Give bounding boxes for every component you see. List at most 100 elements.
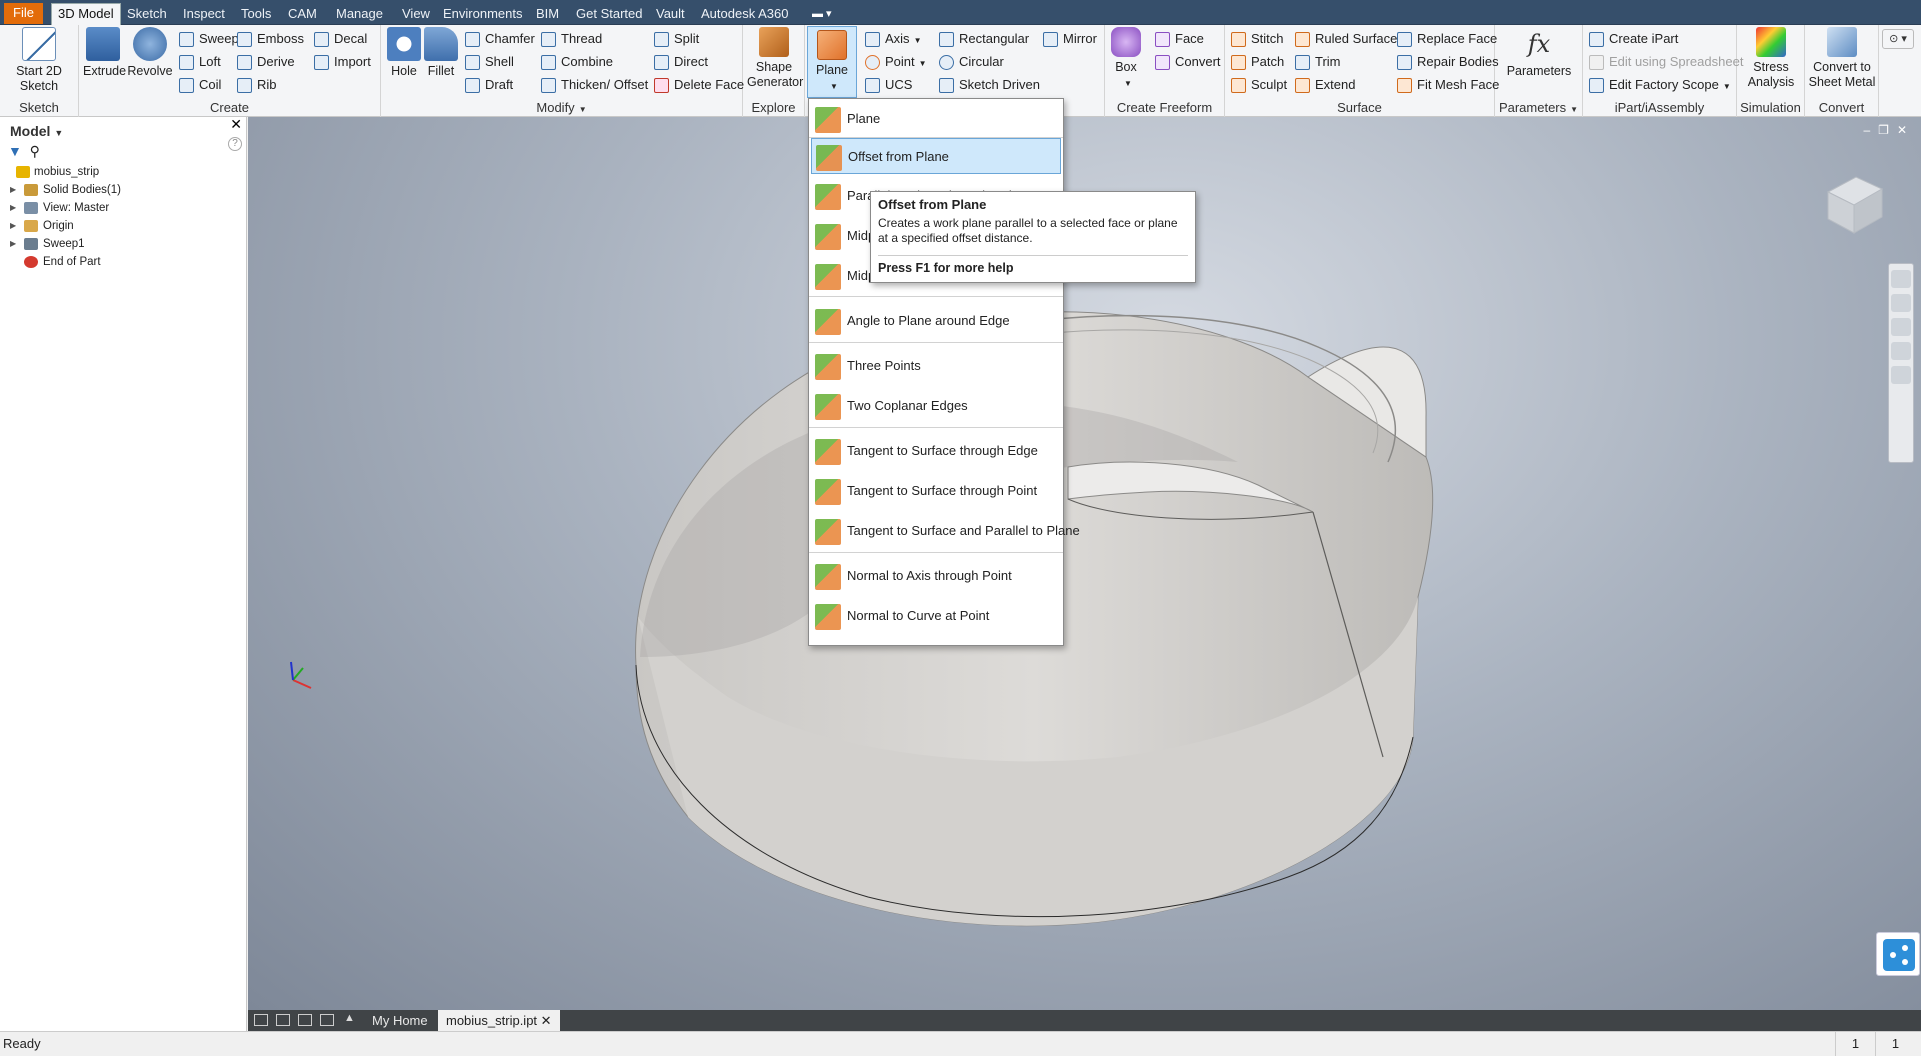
quick-access-dropdown-icon[interactable]: ▬ ▾	[812, 7, 832, 20]
filter-icon[interactable]: ▼	[8, 143, 22, 159]
axis-button[interactable]: Axis ▼	[863, 28, 921, 50]
tab-tools[interactable]: Tools	[235, 4, 277, 25]
rectangular-pattern-button[interactable]: Rectangular	[937, 28, 1029, 50]
tree-item[interactable]: ▶ View: Master	[0, 199, 246, 217]
tree-item[interactable]: mobius_strip	[0, 163, 246, 181]
point-button[interactable]: Point ▼	[863, 51, 927, 73]
thicken-offset-button[interactable]: Thicken/ Offset	[539, 74, 648, 96]
sweep-button[interactable]: Sweep	[177, 28, 239, 50]
thread-button[interactable]: Thread	[539, 28, 602, 50]
combine-button[interactable]: Combine	[539, 51, 613, 73]
tab-inspect[interactable]: Inspect	[177, 4, 231, 25]
cascade-windows-icon[interactable]	[254, 1014, 268, 1026]
menu-item[interactable]: Angle to Plane around Edge	[811, 303, 1061, 339]
triangle-up-icon[interactable]: ▲	[344, 1012, 355, 1024]
tree-item[interactable]: ▶ Solid Bodies(1)	[0, 181, 246, 199]
derive-button[interactable]: Derive	[235, 51, 295, 73]
orbit-icon[interactable]	[1891, 342, 1911, 360]
viewcube[interactable]	[1818, 167, 1888, 237]
tree-item[interactable]: End of Part	[0, 253, 246, 271]
expand-arrow-icon[interactable]: ▶	[10, 235, 16, 253]
binoculars-icon[interactable]: ⚲	[30, 143, 40, 159]
tile-windows-icon[interactable]	[276, 1014, 290, 1026]
close-icon[interactable]: ✕	[541, 1013, 552, 1028]
tab-file[interactable]: File	[4, 3, 43, 24]
expand-arrow-icon[interactable]: ▶	[10, 199, 16, 217]
start-2d-sketch-button[interactable]: Start 2D Sketch	[6, 27, 72, 94]
direct-button[interactable]: Direct	[652, 51, 708, 73]
freeform-box-button[interactable]: Box ▼	[1107, 27, 1145, 91]
chamfer-button[interactable]: Chamfer	[463, 28, 535, 50]
menu-item[interactable]: Tangent to Surface through Point	[811, 473, 1061, 509]
tab-get-started[interactable]: Get Started	[570, 4, 648, 25]
tab-autodesk-a360[interactable]: Autodesk A360	[695, 4, 794, 25]
coil-button[interactable]: Coil	[177, 74, 221, 96]
freeform-convert-button[interactable]: Convert	[1153, 51, 1221, 73]
emboss-button[interactable]: Emboss	[235, 28, 304, 50]
tab-3d-model[interactable]: 3D Model	[51, 3, 121, 25]
pan-icon[interactable]	[1891, 294, 1911, 312]
draft-button[interactable]: Draft	[463, 74, 513, 96]
sculpt-button[interactable]: Sculpt	[1229, 74, 1287, 96]
shape-generator-button[interactable]: Shape Generator	[747, 27, 803, 90]
tab-manage[interactable]: Manage	[330, 4, 389, 25]
ribbon-options-dropdown[interactable]: ⊙ ▾	[1882, 29, 1914, 49]
sketch-driven-pattern-button[interactable]: Sketch Driven	[937, 74, 1040, 96]
menu-item[interactable]: Plane	[811, 101, 1061, 137]
freeform-face-button[interactable]: Face	[1153, 28, 1204, 50]
extrude-button[interactable]: Extrude	[83, 27, 126, 79]
panel-label-parameters[interactable]: Parameters ▼	[1495, 100, 1582, 115]
plane-button[interactable]: Plane ▼	[807, 26, 857, 98]
menu-item[interactable]: Three Points	[811, 348, 1061, 384]
delete-face-button[interactable]: Delete Face	[652, 74, 744, 96]
import-button[interactable]: Import	[312, 51, 371, 73]
tab-mobius-strip[interactable]: mobius_strip.ipt ✕	[438, 1010, 560, 1031]
tab-cam[interactable]: CAM	[282, 4, 323, 25]
tab-bim[interactable]: BIM	[530, 4, 565, 25]
stress-analysis-button[interactable]: Stress Analysis	[1741, 27, 1801, 90]
mirror-button[interactable]: Mirror	[1041, 28, 1097, 50]
tab-sketch[interactable]: Sketch	[121, 4, 173, 25]
tab-environments[interactable]: Environments	[437, 4, 528, 25]
edit-factory-scope-button[interactable]: Edit Factory Scope ▼	[1587, 74, 1731, 96]
tab-my-home[interactable]: My Home	[364, 1010, 436, 1031]
loft-button[interactable]: Loft	[177, 51, 221, 73]
expand-arrow-icon[interactable]: ▶	[10, 181, 16, 199]
trim-button[interactable]: Trim	[1293, 51, 1341, 73]
share-button[interactable]	[1876, 932, 1920, 976]
fillet-button[interactable]: Fillet	[424, 27, 458, 79]
help-icon[interactable]: ?	[228, 137, 242, 151]
convert-sheet-metal-button[interactable]: Convert to Sheet Metal	[1807, 27, 1877, 90]
ucs-button[interactable]: UCS	[863, 74, 912, 96]
circular-pattern-button[interactable]: Circular	[937, 51, 1004, 73]
tile-vertical-icon[interactable]	[320, 1014, 334, 1026]
parameters-button[interactable]: fx Parameters	[1499, 27, 1579, 79]
fit-mesh-face-button[interactable]: Fit Mesh Face	[1395, 74, 1499, 96]
tab-vault[interactable]: Vault	[650, 4, 691, 25]
hole-button[interactable]: Hole	[387, 27, 421, 79]
zoom-icon[interactable]	[1891, 318, 1911, 336]
revolve-button[interactable]: Revolve	[127, 27, 173, 79]
steering-wheel-icon[interactable]	[1891, 270, 1911, 288]
replace-face-button[interactable]: Replace Face	[1395, 28, 1497, 50]
tree-item[interactable]: ▶ Sweep1	[0, 235, 246, 253]
menu-item[interactable]: Normal to Curve at Point	[811, 598, 1061, 634]
look-at-icon[interactable]	[1891, 366, 1911, 384]
repair-bodies-button[interactable]: Repair Bodies	[1395, 51, 1499, 73]
panel-label-modify[interactable]: Modify ▼	[381, 100, 742, 115]
menu-item[interactable]: Two Coplanar Edges	[811, 388, 1061, 424]
decal-button[interactable]: Decal	[312, 28, 367, 50]
expand-arrow-icon[interactable]: ▶	[10, 217, 16, 235]
tile-horizontal-icon[interactable]	[298, 1014, 312, 1026]
menu-item[interactable]: Tangent to Surface through Edge	[811, 433, 1061, 469]
rib-button[interactable]: Rib	[235, 74, 277, 96]
shell-button[interactable]: Shell	[463, 51, 514, 73]
close-icon[interactable]: ✕	[230, 116, 242, 133]
menu-item[interactable]: Offset from Plane	[811, 138, 1061, 174]
create-ipart-button[interactable]: Create iPart	[1587, 28, 1678, 50]
menu-item[interactable]: Normal to Axis through Point	[811, 558, 1061, 594]
edit-spreadsheet-button[interactable]: Edit using Spreadsheet	[1587, 51, 1743, 73]
extend-button[interactable]: Extend	[1293, 74, 1355, 96]
menu-item[interactable]: Tangent to Surface and Parallel to Plane	[811, 513, 1080, 549]
patch-button[interactable]: Patch	[1229, 51, 1284, 73]
